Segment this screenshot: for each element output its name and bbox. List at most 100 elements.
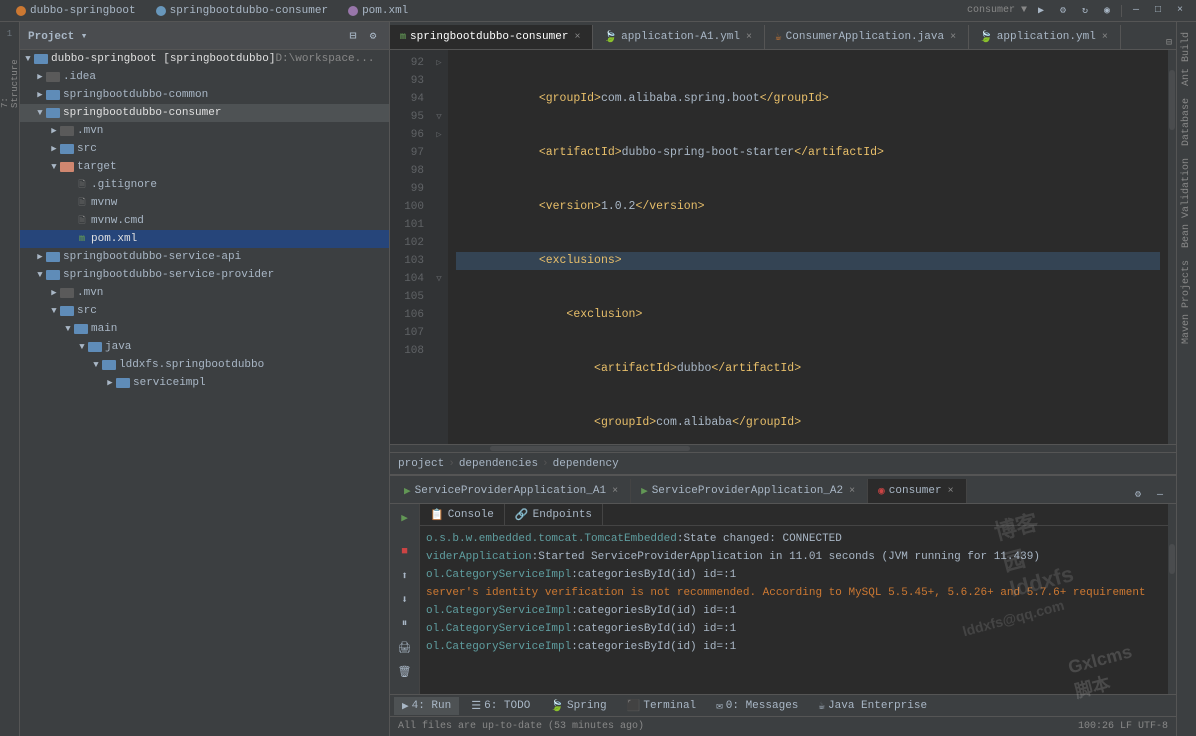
app-tab-terminal[interactable]: ⬛ Terminal — [619, 697, 705, 715]
run-again-button[interactable]: ▶ — [395, 508, 415, 528]
sidebar-toggle-icon[interactable]: 1 — [2, 26, 18, 42]
database-panel[interactable]: Database — [1179, 92, 1194, 152]
tree-item-target[interactable]: ▼ target — [20, 158, 389, 176]
scroll-down-button[interactable]: ⬇ — [395, 590, 415, 610]
tree-item-mvn[interactable]: ▶ .mvn — [20, 122, 389, 140]
maximize-button[interactable]: □ — [1150, 3, 1166, 19]
ant-build-panel[interactable]: Ant Build — [1179, 26, 1194, 92]
maven-projects-panel[interactable]: Maven Projects — [1179, 254, 1194, 350]
debug-button[interactable]: ⚙ — [1055, 3, 1071, 19]
run-tab-close-2[interactable]: × — [847, 486, 857, 497]
endpoints-tab-label: Endpoints — [533, 509, 592, 521]
run-tab-icon-2: ▶ — [641, 484, 648, 498]
editor-tab-consumer-java[interactable]: ☕ ConsumerApplication.java × — [765, 25, 969, 49]
title-tab-pom[interactable]: pom.xml — [340, 3, 416, 19]
code-content[interactable]: <groupId>com.alibaba.spring.boot</groupI… — [448, 50, 1168, 444]
console-scrollbar[interactable] — [1168, 504, 1176, 694]
breadcrumb-dependencies[interactable]: dependencies — [459, 458, 538, 470]
bean-validation-panel[interactable]: Bean Validation — [1179, 152, 1194, 254]
update-button[interactable]: ↻ — [1077, 3, 1093, 19]
indent — [456, 198, 539, 216]
tree-item-idea[interactable]: ▶ .idea — [20, 68, 389, 86]
breadcrumb-project[interactable]: project — [398, 458, 444, 470]
console-line-7: ol.CategoryServiceImpl : categoriesById(… — [426, 638, 1162, 656]
arrow-provider-src: ▼ — [48, 306, 60, 316]
title-tab-dubbo[interactable]: dubbo-springboot — [8, 3, 144, 19]
tree-item-package[interactable]: ▼ lddxfs.springbootdubbo — [20, 356, 389, 374]
tree-item-service-api[interactable]: ▶ springbootdubbo-service-api — [20, 248, 389, 266]
arrow-common: ▶ — [34, 90, 46, 100]
tree-item-java[interactable]: ▼ java — [20, 338, 389, 356]
title-tab-consumer[interactable]: springbootdubbo-consumer — [148, 3, 336, 19]
scroll-top-button[interactable]: ⬆ — [395, 566, 415, 586]
yml-close[interactable]: × — [1100, 32, 1110, 43]
editor-tab-a1yml[interactable]: 🍃 application-A1.yml × — [593, 25, 765, 49]
a1yml-close[interactable]: × — [744, 32, 754, 43]
close-button[interactable]: × — [1172, 3, 1188, 19]
editor-scrollbar[interactable] — [1168, 50, 1176, 444]
file-icon-gitignore: 🗎 — [76, 180, 88, 190]
tree-item-serviceimpl[interactable]: ▶ serviceimpl — [20, 374, 389, 392]
console-class-5: ol.CategoryServiceImpl — [426, 602, 571, 620]
pom-tab-close[interactable]: × — [572, 32, 582, 43]
app-tab-java-enterprise[interactable]: ☕ Java Enterprise — [810, 697, 935, 715]
app-tab-run[interactable]: ▶ 4: Run — [394, 697, 459, 715]
tree-item-provider-src[interactable]: ▼ src — [20, 302, 389, 320]
run-tab-close-1[interactable]: × — [610, 486, 620, 497]
console-tab-console[interactable]: 📋 Console — [420, 504, 505, 525]
tree-item-mvnwcmd[interactable]: 🗎 mvnw.cmd — [20, 212, 389, 230]
minimize-panel-icon[interactable]: — — [1152, 487, 1168, 503]
minimize-button[interactable]: — — [1128, 3, 1144, 19]
app-tab-todo[interactable]: ☰ 6: TODO — [463, 697, 538, 715]
run-tab-consumer[interactable]: ◉ consumer × — [868, 479, 966, 503]
console-output: o.s.b.w.embedded.tomcat.TomcatEmbedded :… — [420, 526, 1168, 694]
folder-icon-provider-src — [60, 306, 74, 316]
settings-icon[interactable]: ⚙ — [365, 28, 381, 44]
pause-button[interactable]: ⏸ — [395, 614, 415, 634]
title-bar: dubbo-springboot springbootdubbo-consume… — [0, 0, 1196, 22]
profile-button[interactable]: ◉ — [1099, 3, 1115, 19]
arrow-package: ▼ — [90, 360, 102, 370]
arrow-serviceimpl: ▶ — [104, 378, 116, 388]
settings-gear-icon[interactable]: ⚙ — [1130, 487, 1146, 503]
editor-hscrollbar[interactable] — [390, 444, 1176, 452]
stop-button[interactable]: ■ — [395, 542, 415, 562]
print-button[interactable]: 🖨 — [395, 638, 415, 658]
tree-item-mvnw[interactable]: 🗎 mvnw — [20, 194, 389, 212]
tree-item-pom[interactable]: m pom.xml — [20, 230, 389, 248]
code-line-92: <groupId>com.alibaba.spring.boot</groupI… — [456, 90, 1160, 108]
run-tab-sp-a2[interactable]: ▶ ServiceProviderApplication_A2 × — [631, 479, 868, 503]
arrow-root: ▼ — [22, 54, 34, 64]
run-button[interactable]: ▶ — [1033, 3, 1049, 19]
app-tab-spring[interactable]: 🍃 Spring — [542, 697, 614, 715]
clear-button[interactable]: 🗑 — [395, 662, 415, 682]
yml-icon: 🍃 — [979, 30, 993, 44]
collapse-all-icon[interactable]: ⊟ — [345, 28, 361, 44]
endpoints-icon: 🔗 — [515, 508, 529, 522]
app-tab-messages[interactable]: ✉ 0: Messages — [708, 697, 806, 715]
split-icon[interactable]: ⊟ — [1166, 37, 1172, 49]
run-tab-label-1: ServiceProviderApplication_A1 — [415, 485, 606, 497]
run-tab-sp-a1[interactable]: ▶ ServiceProviderApplication_A1 × — [394, 479, 631, 503]
tree-item-src[interactable]: ▶ src — [20, 140, 389, 158]
consumer-java-close[interactable]: × — [948, 32, 958, 43]
tree-item-common[interactable]: ▶ springbootdubbo-common — [20, 86, 389, 104]
tree-label-provider-src: src — [77, 305, 97, 317]
folder-icon-src — [60, 144, 74, 154]
console-text-1: State changed: CONNECTED — [683, 530, 841, 548]
breadcrumb-dependency[interactable]: dependency — [553, 458, 619, 470]
console-tab-endpoints[interactable]: 🔗 Endpoints — [505, 504, 603, 525]
folder-icon-consumer — [46, 108, 60, 118]
tree-item-service-provider[interactable]: ▼ springbootdubbo-service-provider — [20, 266, 389, 284]
structure-icon[interactable]: 7: Structure — [2, 76, 18, 92]
tree-item-provider-mvn[interactable]: ▶ .mvn — [20, 284, 389, 302]
tree-item-root[interactable]: ▼ dubbo-springboot [springbootdubbo] D:\… — [20, 50, 389, 68]
tree-item-main[interactable]: ▼ main — [20, 320, 389, 338]
tab-icon-consumer — [156, 6, 166, 16]
editor-tab-pom[interactable]: m springbootdubbo-consumer × — [390, 25, 593, 49]
editor-tab-yml[interactable]: 🍃 application.yml × — [969, 25, 1121, 49]
tree-item-consumer-folder[interactable]: ▼ springbootdubbo-consumer — [20, 104, 389, 122]
tree-label-consumer: springbootdubbo-consumer — [63, 107, 221, 119]
tree-item-gitignore[interactable]: 🗎 .gitignore — [20, 176, 389, 194]
run-tab-close-3[interactable]: × — [946, 486, 956, 497]
